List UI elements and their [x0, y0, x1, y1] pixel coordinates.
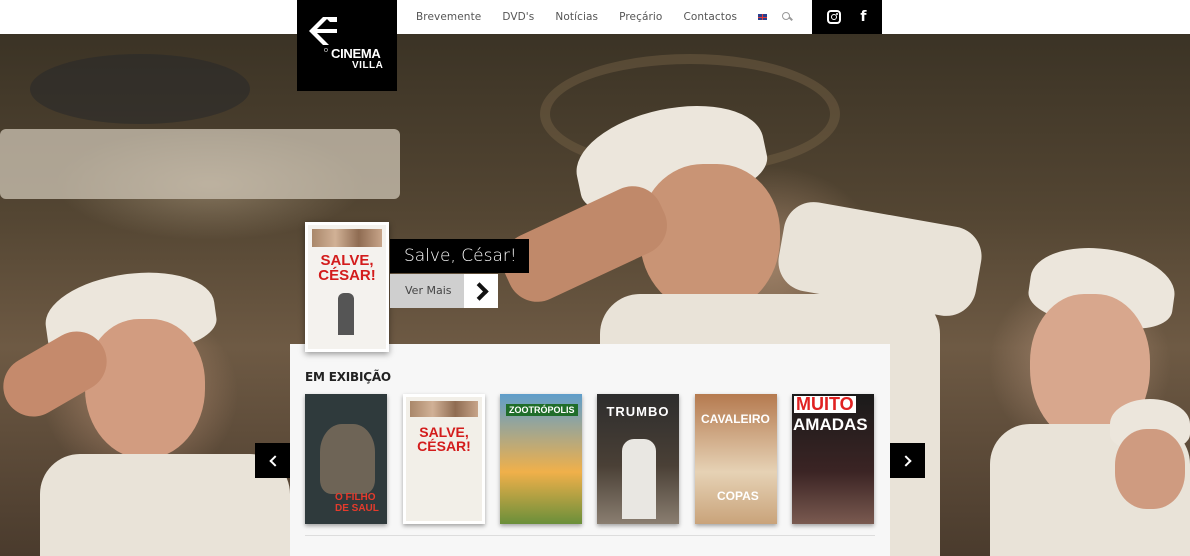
- nav-precario[interactable]: Preçário: [619, 11, 662, 23]
- top-bar: Brevemente DVD's Notícias Preçário Conta…: [0, 0, 1190, 34]
- nav-noticias[interactable]: Notícias: [555, 11, 598, 23]
- logo-mark-icon: [309, 17, 337, 45]
- logo-text-cinema: CINEMA: [331, 46, 381, 61]
- now-showing-panel: EM EXIBIÇÃO O FILHO DE SAUL SALVE, CÉSAR…: [290, 344, 890, 556]
- background-dial-shape: [30, 54, 250, 124]
- poster-cavaleiro-de-copas[interactable]: CAVALEIRO COPAS: [695, 394, 777, 524]
- poster-text-line1: CAVALEIRO: [701, 412, 770, 426]
- nav-dvds[interactable]: DVD's: [502, 11, 534, 23]
- featured-poster-line1: SALVE,: [320, 252, 374, 269]
- carousel-next-button[interactable]: [890, 443, 925, 478]
- poster-o-filho-de-saul[interactable]: O FILHO DE SAUL: [305, 394, 387, 524]
- poster-carousel: O FILHO DE SAUL SALVE, CÉSAR! ZOOTRÓPOLI…: [305, 394, 875, 524]
- now-showing-heading: EM EXIBIÇÃO: [305, 370, 391, 384]
- poster-text-line2: COPAS: [717, 489, 759, 503]
- poster-cast-strip: [410, 401, 478, 417]
- poster-cast-strip: [312, 229, 382, 247]
- carousel-prev-button[interactable]: [255, 443, 290, 478]
- poster-text-line1: TRUMBO: [606, 404, 670, 419]
- ver-mais-button[interactable]: Ver Mais: [390, 274, 464, 308]
- poster-text-line2: CÉSAR!: [417, 438, 471, 454]
- ver-mais-arrow-icon[interactable]: [464, 274, 498, 308]
- main-nav: Brevemente DVD's Notícias Preçário Conta…: [416, 0, 792, 34]
- poster-text-line1: O FILHO: [335, 492, 376, 503]
- poster-text-line1: SALVE,: [419, 424, 469, 440]
- poster-salve-cesar[interactable]: SALVE, CÉSAR!: [403, 394, 485, 524]
- instagram-icon[interactable]: [827, 10, 842, 24]
- site-logo[interactable]: O CINEMA VILLA: [297, 0, 397, 91]
- sailor-face-left: [85, 319, 205, 459]
- poster-text: SALVE, CÉSAR!: [406, 425, 482, 453]
- poster-text-line2: AMADAS: [793, 415, 868, 434]
- facebook-icon[interactable]: f: [860, 10, 866, 24]
- nav-brevemente[interactable]: Brevemente: [416, 11, 481, 23]
- featured-poster-title: SALVE, CÉSAR!: [308, 253, 386, 283]
- chevron-right-icon: [899, 454, 912, 467]
- featured-poster[interactable]: SALVE, CÉSAR!: [305, 222, 389, 352]
- poster-figure: [622, 439, 656, 519]
- poster-muito-amadas[interactable]: MUITO AMADAS: [792, 394, 874, 524]
- featured-poster-line2: CÉSAR!: [318, 267, 376, 284]
- poster-text-line2: DE SAUL: [335, 503, 379, 514]
- poster-zootropolis[interactable]: ZOOTRÓPOLIS: [500, 394, 582, 524]
- panel-divider: [305, 535, 875, 536]
- poster-text-line1: MUITO: [794, 394, 856, 414]
- lifeboat-shape: [0, 129, 400, 199]
- featured-title[interactable]: Salve, César!: [390, 239, 529, 273]
- poster-figure: [338, 293, 354, 335]
- nav-contactos[interactable]: Contactos: [683, 11, 737, 23]
- logo-prefix: O: [324, 48, 328, 54]
- sailor-uniform-left: [40, 454, 290, 556]
- logo-text-villa: VILLA: [352, 60, 384, 71]
- social-links: f: [812, 0, 882, 34]
- poster-trumbo[interactable]: TRUMBO: [597, 394, 679, 524]
- chevron-left-icon: [268, 454, 281, 467]
- poster-text: O FILHO DE SAUL: [335, 492, 379, 514]
- poster-text-line1: ZOOTRÓPOLIS: [506, 404, 578, 416]
- search-icon[interactable]: [782, 12, 792, 22]
- poster-face: [320, 424, 375, 494]
- sailor-face-far-right: [1115, 429, 1185, 509]
- english-flag-icon[interactable]: [758, 14, 768, 20]
